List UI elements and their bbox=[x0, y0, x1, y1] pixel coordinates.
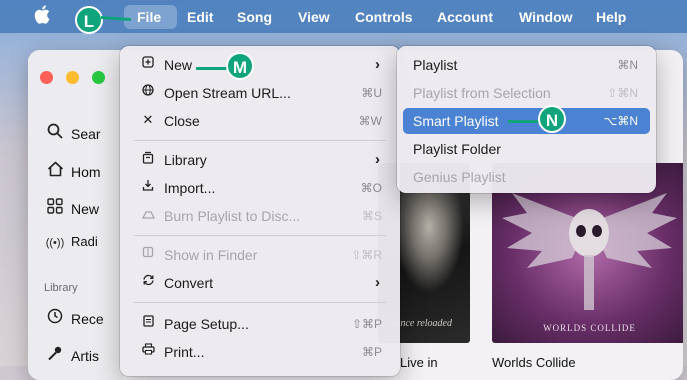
menu-item-library[interactable]: Library › bbox=[126, 147, 394, 173]
callout-pointer-m bbox=[196, 67, 228, 70]
convert-icon bbox=[140, 274, 156, 289]
menu-item-show-in-finder[interactable]: Show in Finder ⇧⌘R bbox=[126, 242, 394, 268]
menu-item-close[interactable]: ✕ Close ⌘W bbox=[126, 108, 394, 134]
home-icon bbox=[44, 161, 66, 183]
menu-separator bbox=[134, 302, 386, 303]
sidebar-item-radio[interactable]: ((•)) Radi bbox=[44, 232, 98, 252]
shortcut-label: ⇧⌘R bbox=[351, 248, 382, 262]
sidebar-item-label: Hom bbox=[71, 164, 101, 180]
chevron-right-icon: › bbox=[375, 151, 380, 168]
menu-item-convert[interactable]: Convert › bbox=[126, 270, 394, 296]
minimize-window-button[interactable] bbox=[66, 71, 79, 84]
sidebar-item-search[interactable]: Sear bbox=[44, 123, 101, 143]
menu-account[interactable]: Account bbox=[437, 8, 493, 26]
submenu-item-genius-playlist[interactable]: Genius Playlist bbox=[403, 164, 650, 190]
callout-badge-m: M bbox=[226, 52, 254, 80]
apple-menu-icon[interactable] bbox=[34, 5, 50, 24]
shortcut-label: ⌘N bbox=[617, 58, 638, 72]
shortcut-label: ⌘S bbox=[361, 209, 382, 223]
menu-item-print[interactable]: Print... ⌘P bbox=[126, 339, 394, 365]
sidebar-item-label: Rece bbox=[71, 311, 104, 327]
search-icon bbox=[44, 123, 66, 145]
submenu-item-playlist-folder[interactable]: Playlist Folder bbox=[403, 136, 650, 162]
album-cover-art bbox=[394, 183, 464, 293]
import-icon bbox=[140, 179, 156, 194]
menu-item-page-setup[interactable]: Page Setup... ⇧⌘P bbox=[126, 311, 394, 337]
sidebar-item-artists[interactable]: Artis bbox=[44, 345, 99, 365]
menu-edit[interactable]: Edit bbox=[187, 8, 213, 26]
file-menu: New › Open Stream URL... ⌘U ✕ Close ⌘W L… bbox=[120, 46, 400, 376]
sidebar-item-label: New bbox=[71, 201, 100, 217]
page-icon bbox=[140, 315, 156, 330]
shortcut-label: ⌘P bbox=[361, 345, 382, 359]
chevron-right-icon: › bbox=[375, 56, 380, 73]
grid-icon bbox=[44, 198, 66, 220]
menu-controls[interactable]: Controls bbox=[355, 8, 413, 26]
album-caption-live: Live in bbox=[400, 355, 438, 370]
menu-item-open-stream-url[interactable]: Open Stream URL... ⌘U bbox=[126, 80, 394, 106]
shortcut-label: ⇧⌘P bbox=[351, 317, 382, 331]
sidebar: Sear Hom New ((•)) Radi Library Rece Arti… bbox=[28, 50, 124, 380]
menu-window[interactable]: Window bbox=[519, 8, 573, 26]
finder-icon bbox=[140, 246, 156, 261]
sidebar-item-label: Radi bbox=[71, 234, 98, 249]
clock-icon bbox=[44, 308, 66, 330]
chevron-right-icon: › bbox=[375, 274, 380, 291]
menu-separator bbox=[134, 140, 386, 141]
callout-pointer-n bbox=[508, 120, 540, 123]
submenu-item-playlist[interactable]: Playlist ⌘N bbox=[403, 52, 650, 78]
close-icon: ✕ bbox=[142, 112, 154, 127]
microphone-icon bbox=[44, 345, 66, 367]
library-icon bbox=[140, 151, 156, 167]
callout-badge-n: N bbox=[538, 105, 566, 133]
menu-file[interactable]: File bbox=[137, 8, 161, 26]
menu-separator bbox=[134, 235, 386, 236]
callout-badge-l: L bbox=[75, 6, 103, 34]
shortcut-label: ⌘W bbox=[358, 114, 382, 128]
new-window-icon bbox=[140, 56, 156, 71]
menu-item-new[interactable]: New › bbox=[126, 52, 394, 78]
close-window-button[interactable] bbox=[40, 71, 53, 84]
sidebar-item-recent[interactable]: Rece bbox=[44, 308, 104, 328]
submenu-item-playlist-from-selection[interactable]: Playlist from Selection ⇧⌘N bbox=[403, 80, 650, 106]
menu-item-import[interactable]: Import... ⌘O bbox=[126, 175, 394, 201]
disc-icon bbox=[140, 207, 156, 222]
print-icon bbox=[140, 343, 156, 358]
shortcut-label: ⌥⌘N bbox=[603, 114, 639, 128]
menu-help[interactable]: Help bbox=[596, 8, 626, 26]
menu-view[interactable]: View bbox=[298, 8, 330, 26]
shortcut-label: ⌘U bbox=[361, 86, 382, 100]
album-caption-worlds-collide: Worlds Collide bbox=[492, 355, 576, 370]
globe-icon bbox=[140, 84, 156, 99]
menu-item-burn-playlist[interactable]: Burn Playlist to Disc... ⌘S bbox=[126, 203, 394, 229]
sidebar-section-library: Library bbox=[44, 282, 78, 294]
album-cover-title: WORLDS COLLIDE bbox=[543, 323, 636, 333]
zoom-window-button[interactable] bbox=[92, 71, 105, 84]
radio-icon: ((•)) bbox=[45, 237, 65, 249]
shortcut-label: ⌘O bbox=[360, 181, 382, 195]
sidebar-item-label: Artis bbox=[71, 348, 99, 364]
sidebar-item-home[interactable]: Hom bbox=[44, 161, 101, 181]
menu-song[interactable]: Song bbox=[237, 8, 272, 26]
sidebar-item-new[interactable]: New bbox=[44, 198, 99, 218]
sidebar-item-label: Sear bbox=[71, 126, 101, 142]
shortcut-label: ⇧⌘N bbox=[607, 86, 638, 100]
